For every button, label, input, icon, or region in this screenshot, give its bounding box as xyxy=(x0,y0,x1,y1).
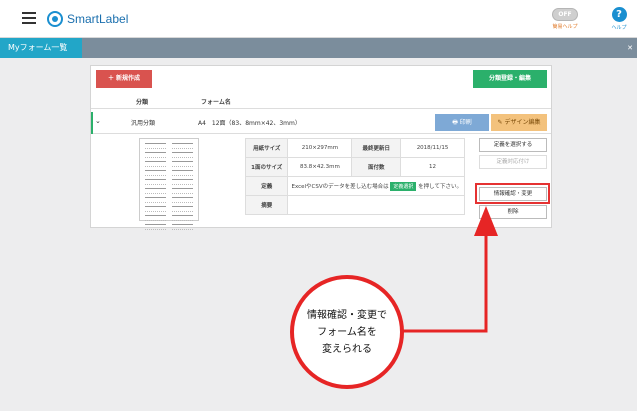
callout-line-2: フォーム名を xyxy=(317,326,377,338)
annotation-callout: 情報確認・変更で フォーム名を 変えられる xyxy=(290,275,404,389)
callout-line-1: 情報確認・変更で xyxy=(307,309,387,321)
callout-line-3: 変えられる xyxy=(322,343,372,355)
